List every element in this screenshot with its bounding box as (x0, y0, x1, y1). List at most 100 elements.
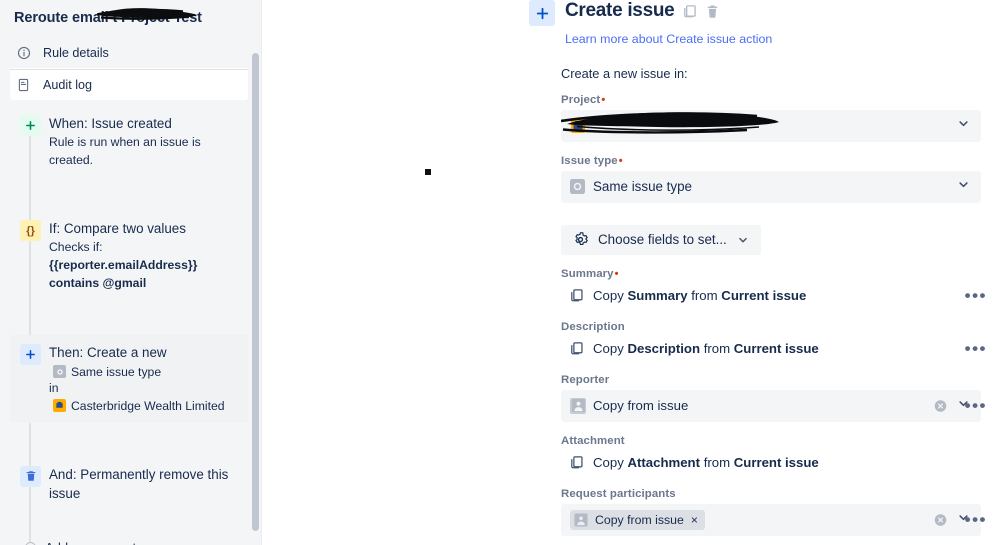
more-icon[interactable]: ••• (965, 511, 987, 528)
sidebar-item-label: Audit log (43, 78, 92, 92)
participant-chip-label: Copy from issue (595, 513, 684, 527)
component-in-word: in (49, 381, 238, 397)
component-title: Then: Create a new (49, 343, 238, 362)
source-name: Current issue (734, 455, 819, 470)
issue-type-icon (53, 365, 66, 378)
gear-icon (573, 232, 588, 247)
learn-more-link[interactable]: Learn more about Create issue action (565, 32, 772, 46)
component-title: And: Permanently remove this issue (49, 465, 238, 503)
reporter-row: Copy from issue ••• (561, 390, 987, 422)
copy-icon[interactable] (682, 4, 697, 19)
detail-title: Create issue (565, 0, 674, 23)
project-label-text: Project (561, 94, 600, 106)
copy-word: Copy (593, 341, 624, 356)
create-issue-detail-panel: Create issue Learn more about Create iss… (521, 0, 999, 545)
reporter-label: Reporter (561, 374, 987, 386)
avatar-icon (574, 513, 588, 527)
trash-icon[interactable] (705, 4, 720, 19)
reporter-value: Copy from issue (593, 398, 688, 413)
avatar-icon (570, 398, 586, 414)
rule-component-when[interactable]: When: Issue created Rule is run when an … (10, 106, 248, 177)
automation-rule-editor: Reroute email t Project Test Rule detail… (0, 0, 999, 545)
reporter-select[interactable]: Copy from issue (561, 390, 981, 422)
form-lead-text: Create a new issue in: (561, 66, 987, 81)
canvas-area (262, 0, 521, 545)
rule-component-if[interactable]: {} If: Compare two values Checks if: {{r… (10, 211, 248, 300)
copy-icon (569, 455, 584, 470)
sidebar-item-audit-log[interactable]: Audit log (10, 70, 248, 100)
issue-type-label: Issue type• (561, 155, 987, 167)
sidebar-item-label: Rule details (43, 46, 109, 60)
summary-copy-value[interactable]: Copy Summary from Current issue (561, 284, 987, 308)
issue-type-value: Same issue type (593, 179, 692, 194)
sidebar-item-rule-details[interactable]: Rule details (10, 38, 248, 68)
attachment-copy-value[interactable]: Copy Attachment from Current issue (561, 451, 987, 475)
component-project: Casterbridge Wealth Limited (71, 397, 225, 415)
cursor-artifact (425, 169, 431, 175)
attachment-label: Attachment (561, 435, 987, 447)
add-component-button[interactable]: Add component (10, 534, 248, 545)
choose-fields-label: Choose fields to set... (598, 232, 727, 247)
issue-type-select[interactable]: Same issue type (561, 171, 981, 203)
issue-type-label-text: Issue type (561, 155, 618, 167)
project-avatar-icon (53, 399, 66, 412)
copy-word: Copy (593, 455, 624, 470)
sidebar-scrollbar-thumb[interactable] (252, 53, 259, 531)
clear-icon[interactable] (934, 399, 947, 412)
component-condition: {{reporter.emailAddress}} contains @gmai… (49, 258, 197, 290)
chain-gap (0, 423, 262, 457)
more-icon[interactable]: ••• (965, 397, 987, 414)
rule-component-then[interactable]: Then: Create a new Same issue type in Ca… (10, 335, 248, 423)
component-subtitle-lead: Checks if: (49, 239, 238, 257)
clear-icon[interactable] (934, 513, 947, 526)
field-name: Description (627, 341, 700, 356)
summary-label: Summary• (561, 268, 987, 280)
field-name: Attachment (627, 455, 700, 470)
add-component-label: Add component (45, 540, 136, 545)
trash-icon (20, 466, 41, 487)
plus-icon (529, 0, 555, 26)
rule-component-and[interactable]: And: Permanently remove this issue (10, 457, 248, 512)
from-word: from (691, 288, 717, 303)
rule-nav-card: Rule details Audit log (10, 38, 248, 100)
chain-gap (0, 177, 262, 211)
description-label: Description (561, 321, 987, 333)
participant-chip[interactable]: Copy from issue × (570, 510, 705, 530)
braces-icon: {} (20, 220, 41, 241)
rule-title-prefix: Reroute email t (14, 10, 117, 26)
plus-icon (20, 344, 41, 365)
create-issue-form: Create a new issue in: Project• (521, 66, 987, 536)
project-label: Project• (561, 94, 987, 106)
source-name: Current issue (721, 288, 806, 303)
close-icon[interactable]: × (691, 514, 698, 526)
copy-icon (569, 341, 584, 356)
document-icon (16, 78, 31, 93)
required-marker: • (601, 94, 605, 106)
choose-fields-button[interactable]: Choose fields to set... (561, 225, 761, 255)
plus-icon (20, 115, 41, 136)
request-participants-row: Copy from issue × ••• (561, 504, 987, 536)
component-title: When: Issue created (49, 114, 238, 133)
chain-gap (0, 301, 262, 335)
chevron-down-icon (957, 178, 970, 196)
description-copy-value[interactable]: Copy Description from Current issue (561, 337, 987, 361)
field-name: Summary (627, 288, 687, 303)
rule-component-chain: When: Issue created Rule is run when an … (0, 100, 262, 545)
component-issue-type: Same issue type (71, 363, 161, 381)
page-title: Reroute email t Project Test (0, 0, 262, 38)
chain-gap (0, 512, 262, 534)
request-participants-label: Request participants (561, 488, 987, 500)
component-title: If: Compare two values (49, 219, 238, 238)
more-icon[interactable]: ••• (965, 340, 987, 357)
request-participants-select[interactable]: Copy from issue × (561, 504, 981, 536)
chevron-down-icon (957, 117, 970, 135)
rule-title-suffix: Project Test (117, 10, 202, 26)
issue-type-icon (570, 179, 585, 194)
project-select[interactable] (561, 110, 981, 142)
required-marker: • (619, 155, 623, 167)
chevron-down-icon (737, 234, 749, 246)
component-subtitle: Rule is run when an issue is created. (49, 134, 238, 169)
source-name: Current issue (734, 341, 819, 356)
attachment-row: Copy Attachment from Current issue (561, 451, 987, 475)
more-icon[interactable]: ••• (965, 287, 987, 304)
